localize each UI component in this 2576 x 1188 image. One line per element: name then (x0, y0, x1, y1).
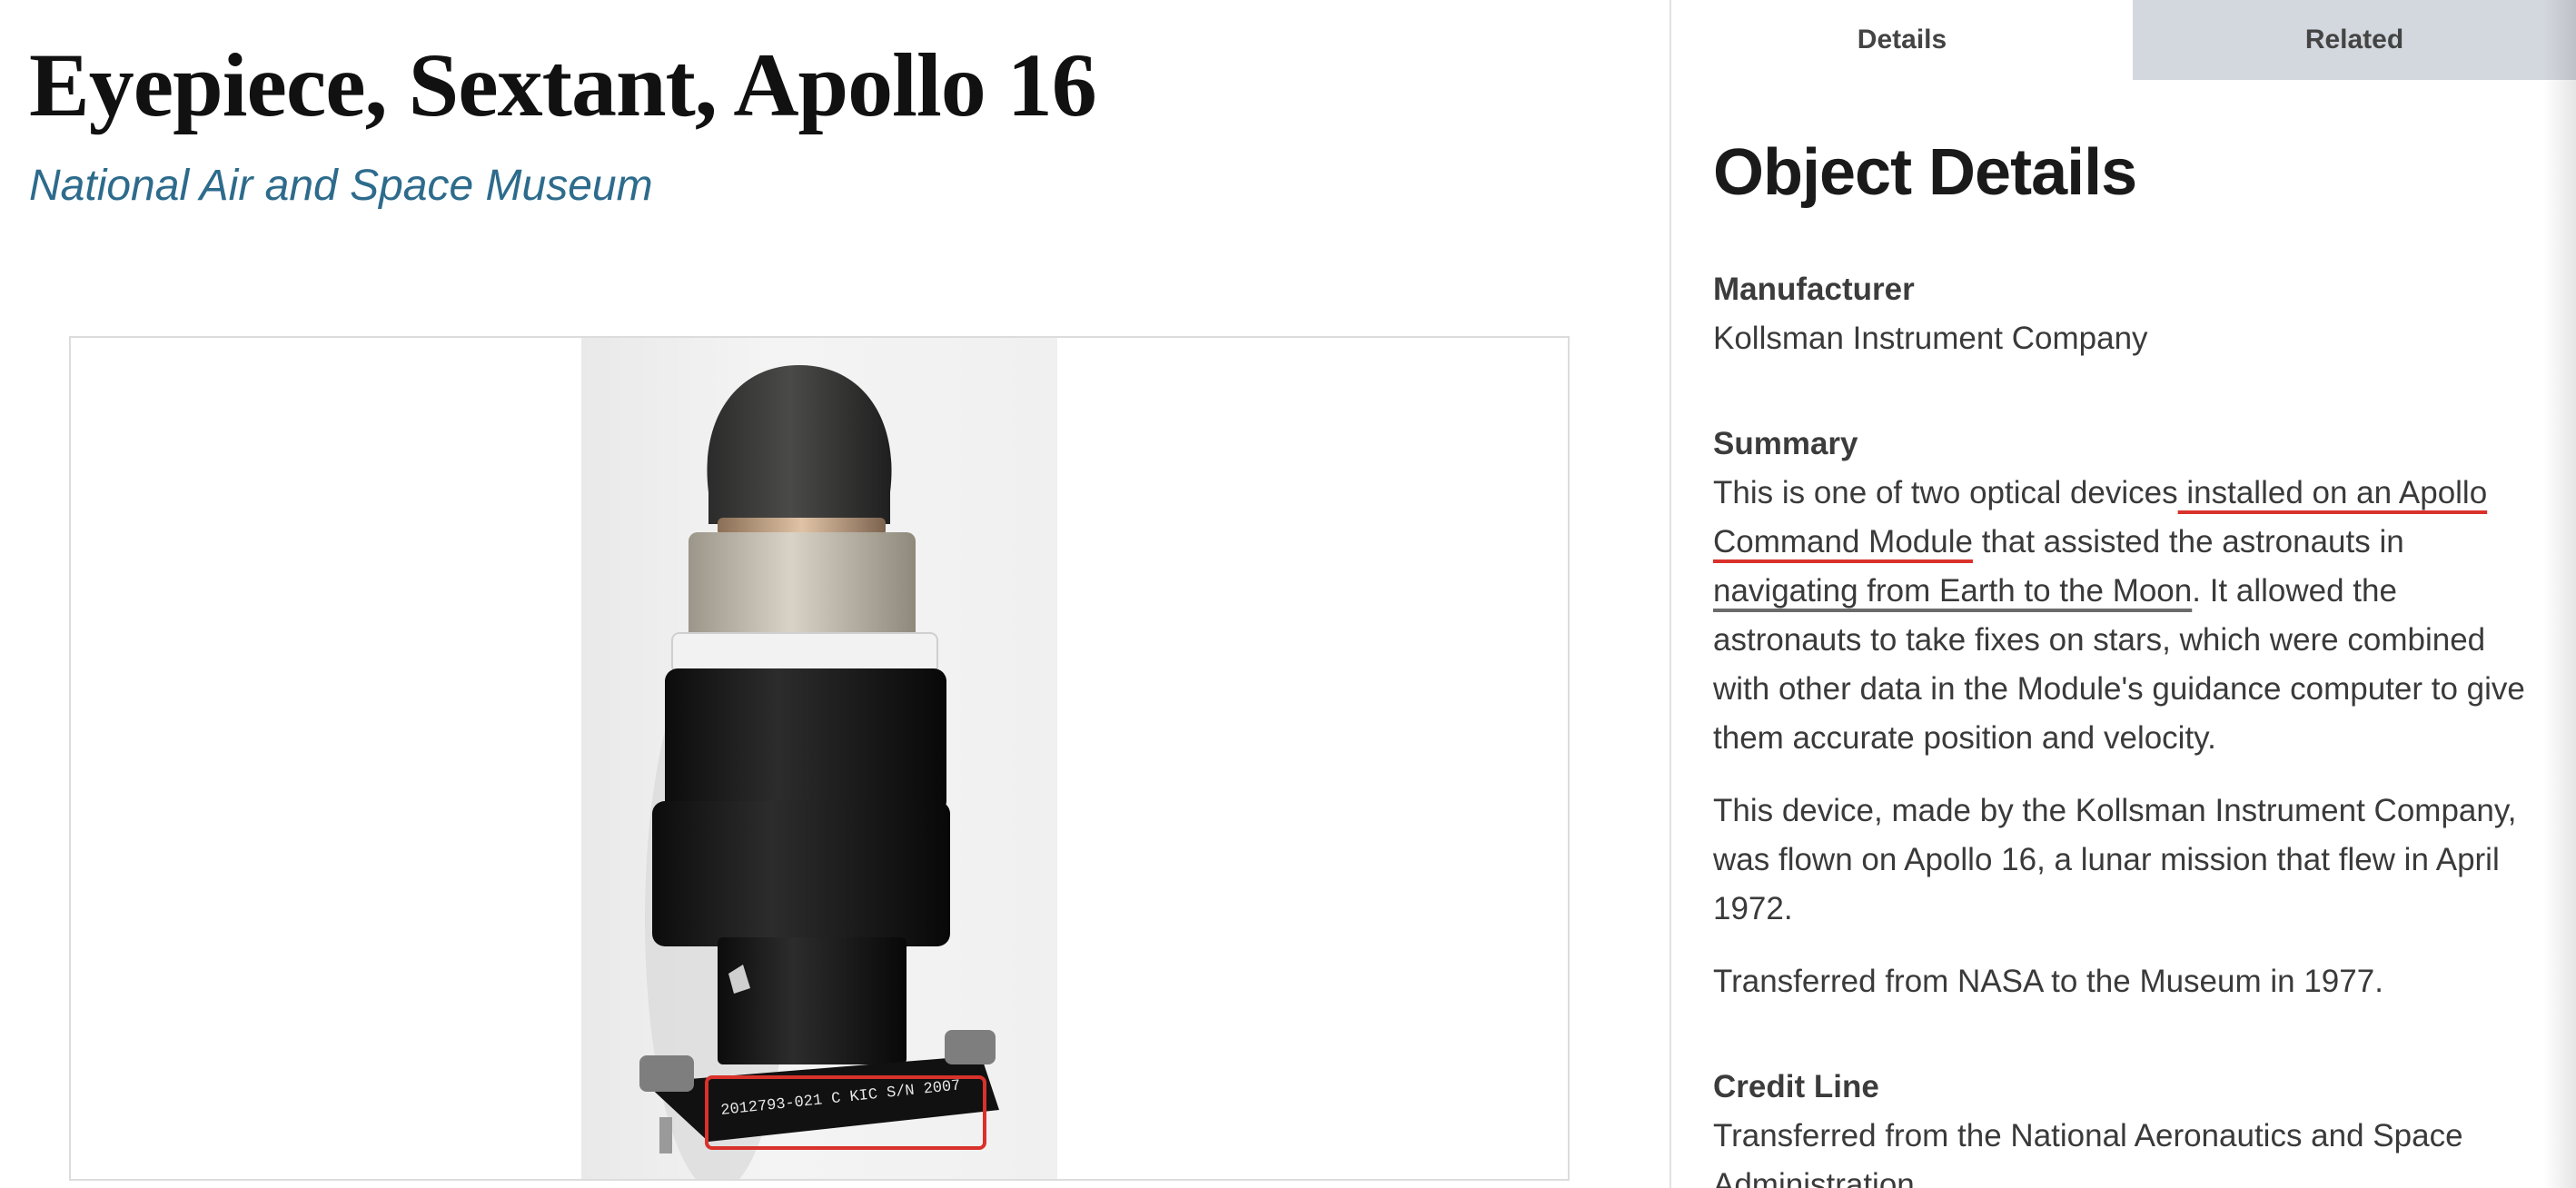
summary-field: Summary This is one of two optical devic… (1713, 420, 2531, 1006)
details-content: Object Details Manufacturer Kollsman Ins… (1713, 127, 2531, 1188)
object-photo[interactable]: 2012793-021 C KIC S/N 2007 (581, 338, 1057, 1179)
credit-line-value: Transferred from the National Aeronautic… (1713, 1118, 2463, 1188)
summary-label: Summary (1713, 426, 1858, 461)
manufacturer-value: Kollsman Instrument Company (1713, 321, 2148, 356)
scroll-edge-shadow (2543, 0, 2576, 1188)
tab-related[interactable]: Related (2133, 0, 2576, 80)
summary-highlight-grey: navigating from Earth to the Moon (1713, 573, 2193, 609)
summary-text: This is one of two optical devices (1713, 475, 2178, 510)
object-image-viewer[interactable]: 2012793-021 C KIC S/N 2007 (69, 336, 1570, 1181)
object-details-heading: Object Details (1713, 136, 2137, 209)
object-title: Eyepiece, Sextant, Apollo 16 (29, 35, 1097, 135)
panel-tabs: Details Related (1671, 0, 2576, 80)
summary-paragraph-3: Transferred from NASA to the Museum in 1… (1713, 964, 2383, 999)
summary-paragraph-1: This is one of two optical devices insta… (1713, 469, 2531, 763)
credit-line-field: Credit Line Transferred from the Nationa… (1713, 1063, 2531, 1188)
object-main: Eyepiece, Sextant, Apollo 16 National Ai… (0, 0, 1669, 1188)
collection-object-page: Eyepiece, Sextant, Apollo 16 National Ai… (0, 0, 2576, 1188)
manufacturer-label: Manufacturer (1713, 272, 1915, 307)
summary-paragraph-2: This device, made by the Kollsman Instru… (1713, 793, 2517, 926)
credit-line-label: Credit Line (1713, 1069, 1879, 1104)
object-details-panel: Details Related Object Details Manufactu… (1669, 0, 2576, 1188)
tab-details[interactable]: Details (1671, 0, 2133, 80)
summary-text: that assisted the astronauts in (1972, 524, 2404, 559)
manufacturer-field: Manufacturer Kollsman Instrument Company (1713, 265, 2531, 363)
museum-unit-link[interactable]: National Air and Space Museum (29, 154, 653, 218)
